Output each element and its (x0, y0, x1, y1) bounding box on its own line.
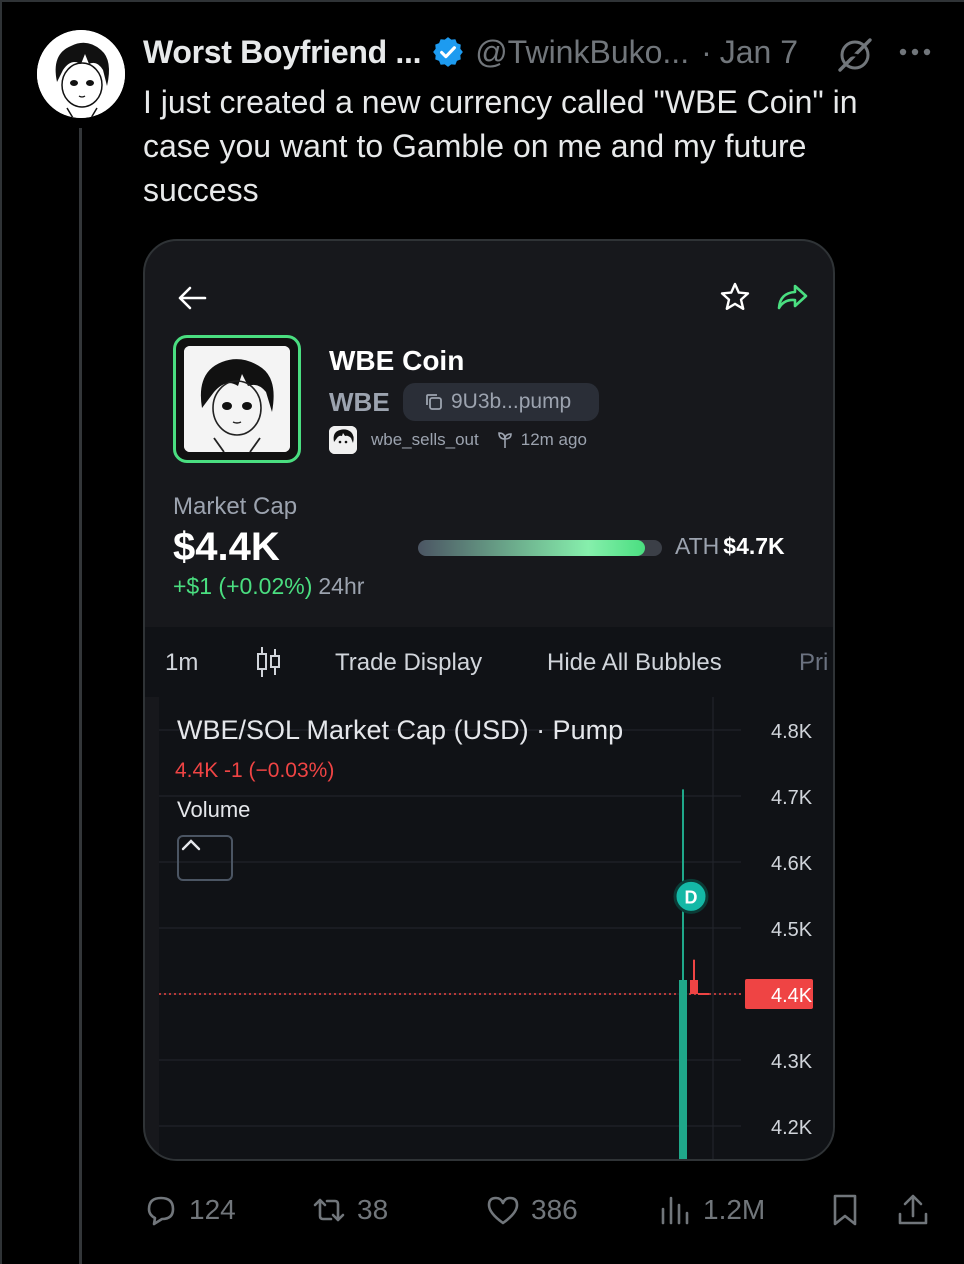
views-button[interactable]: 1.2M (657, 1190, 765, 1230)
verified-badge-icon (433, 37, 464, 67)
collapse-indicators-button[interactable] (177, 835, 233, 881)
price-chart[interactable]: 4.8K 4.7K 4.6K 4.5K 4.3K 4.2K D 4.4K WBE/SOL Ma… (159, 697, 833, 1159)
heart-icon (487, 1196, 519, 1225)
hide-bubbles-button[interactable]: Hide All Bubbles (547, 649, 722, 677)
tweet-text: I just created a new currency called "WB… (143, 84, 858, 208)
share-upload-icon (898, 1194, 928, 1225)
coin-ticker: WBE (329, 387, 390, 417)
interval-button[interactable]: 1m (165, 649, 198, 677)
media-card[interactable]: WBE Coin WBE 9U3b...pump wbe_sells_out 1… (143, 239, 835, 1161)
share-button[interactable] (895, 1190, 941, 1230)
view-count: 1.2M (703, 1194, 766, 1225)
star-icon[interactable] (719, 281, 751, 313)
y-tick-label: 4.6K (771, 853, 813, 875)
contract-address-copy-button[interactable]: 9U3b...pump (403, 383, 599, 421)
author-name[interactable]: Worst Boyfriend ... (143, 34, 421, 71)
volume-label: Volume (177, 797, 251, 822)
ath-label: ATH (675, 533, 720, 559)
candle-body (679, 980, 687, 1159)
bonding-progress-fill (418, 540, 645, 556)
grok-icon[interactable] (836, 36, 874, 74)
chart-title: WBE/SOL Market Cap (USD) · Pump (177, 715, 624, 745)
chevron-up-icon (181, 839, 201, 851)
author-handle[interactable]: @TwinkBuko... (475, 34, 689, 71)
ohlc-readout: 4.4K -1 (−0.03%) (175, 759, 335, 782)
market-cap-label: Market Cap (173, 493, 298, 520)
market-cap-value: $4.4K (173, 525, 280, 569)
reply-icon (147, 1196, 175, 1226)
repost-count: 38 (357, 1194, 389, 1225)
market-cap-delta: +$1 (+0.02%) (173, 573, 313, 599)
reply-button[interactable]: 124 (143, 1190, 236, 1230)
trade-bubble-label: D (685, 887, 698, 907)
y-tick-label: 4.2K (771, 1117, 813, 1139)
coin-age: 12m ago (520, 430, 587, 449)
trade-display-button[interactable]: Trade Display (335, 649, 482, 677)
repost-button[interactable]: 38 (311, 1190, 388, 1230)
like-count: 386 (531, 1194, 578, 1225)
bonding-progress-bar (418, 540, 662, 556)
tweet-header: Worst Boyfriend ... @TwinkBuko... · Jan … (143, 30, 798, 74)
copy-icon (426, 394, 442, 410)
y-tick-label: 4.5K (771, 919, 813, 941)
share-arrow-icon[interactable] (775, 281, 809, 313)
thread-line (79, 128, 82, 1264)
market-cap-change: +$1 (+0.02%) 24hr (173, 573, 364, 600)
coin-image (173, 335, 301, 463)
creator-avatar[interactable] (329, 426, 357, 454)
tweet-actions: 124 38 386 1.2M (143, 1190, 943, 1230)
creator-name[interactable]: wbe_sells_out (371, 430, 479, 450)
back-arrow-icon[interactable] (175, 281, 209, 315)
top-divider (0, 0, 964, 2)
current-price-label: 4.4K (771, 985, 813, 1007)
bookmark-icon (833, 1194, 857, 1226)
market-cap-period: 24hr (318, 573, 365, 599)
candlestick-icon[interactable] (255, 645, 283, 679)
views-bar-chart-icon (661, 1196, 689, 1225)
author-avatar[interactable] (37, 30, 125, 118)
y-tick-label: 4.8K (771, 721, 813, 743)
ath-value: $4.7K (723, 533, 785, 559)
creator-row: wbe_sells_out 12m ago (329, 425, 587, 455)
ath-display: ATH $4.7K (675, 533, 785, 560)
contract-address: 9U3b...pump (451, 390, 572, 413)
sprout-icon (497, 432, 512, 448)
bookmark-button[interactable] (827, 1190, 873, 1230)
like-button[interactable]: 386 (485, 1190, 578, 1230)
left-divider (0, 0, 2, 1264)
y-tick-label: 4.3K (771, 1051, 813, 1073)
price-toggle-button[interactable]: Pri (799, 649, 828, 677)
tweet-date[interactable]: Jan 7 (720, 34, 798, 71)
y-tick-label: 4.7K (771, 787, 813, 809)
chart-toolbar: 1m Trade Display Hide All Bubbles Pri (145, 627, 833, 697)
repost-icon (313, 1198, 345, 1222)
reply-count: 124 (189, 1194, 236, 1225)
more-options-icon[interactable] (898, 42, 932, 62)
candle-body (690, 980, 698, 994)
coin-name: WBE Coin (329, 345, 465, 376)
header-separator: · (701, 33, 712, 70)
